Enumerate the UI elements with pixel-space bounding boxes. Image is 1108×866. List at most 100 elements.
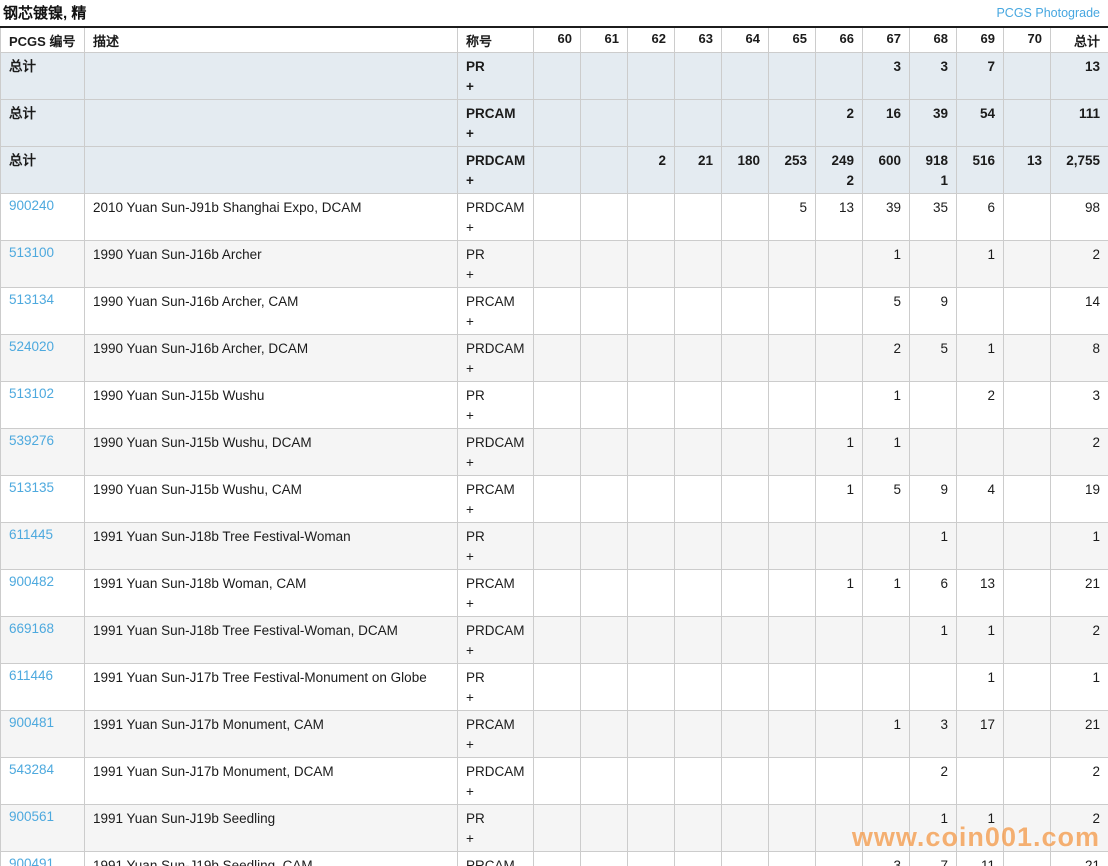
cert-link[interactable]: 513134 [9, 292, 54, 307]
grade-70-cell [1004, 382, 1051, 429]
total-cell-line: 2 [1059, 762, 1100, 782]
table-row: 6691681991 Yuan Sun-J18b Tree Festival-W… [1, 617, 1108, 664]
cert-number-cell: 900491 [1, 852, 85, 866]
cert-link[interactable]: 900481 [9, 715, 54, 730]
cert-link[interactable]: 900482 [9, 574, 54, 589]
grade-62-cell [628, 570, 675, 617]
grade-62-cell [628, 53, 675, 100]
designation-cell-line: PRCAM [466, 480, 525, 500]
designation-cell: PR+ [458, 664, 534, 711]
grade-65-cell-line: 5 [777, 198, 807, 218]
grade-68-cell-line: 1 [918, 809, 948, 829]
description-cell-line: 1991 Yuan Sun-J19b Seedling, CAM [93, 856, 449, 866]
grade-64-cell: 180 [722, 147, 769, 194]
grade-66-cell: 1 [816, 476, 863, 523]
table-row: 5432841991 Yuan Sun-J17b Monument, DCAMP… [1, 758, 1108, 805]
cert-link[interactable]: 543284 [9, 762, 54, 777]
cert-link[interactable]: 611446 [9, 668, 53, 683]
grade-69-cell-line: 2 [965, 386, 995, 406]
grade-64-cell [722, 100, 769, 147]
grade-63-cell [675, 711, 722, 758]
grade-70-cell [1004, 805, 1051, 852]
top-bar: 钢芯镀镍, 精 PCGS Photograde [0, 0, 1108, 26]
grade-68-cell-line: 5 [918, 339, 948, 359]
grade-60-cell [534, 382, 581, 429]
description-cell: 1990 Yuan Sun-J16b Archer [85, 241, 458, 288]
total-cell: 1 [1051, 664, 1108, 711]
designation-cell: PRCAM+ [458, 288, 534, 335]
pcgs-photograde-link[interactable]: PCGS Photograde [996, 6, 1100, 20]
total-cell-line: 14 [1059, 292, 1100, 312]
grade-69-cell-line: 11 [965, 856, 995, 866]
table-row: 9005611991 Yuan Sun-J19b SeedlingPR+112 [1, 805, 1108, 852]
grade-69-cell: 6 [957, 194, 1004, 241]
description-cell-line: 1991 Yuan Sun-J18b Woman, CAM [93, 574, 449, 594]
cert-link[interactable]: 900561 [9, 809, 54, 824]
cert-link[interactable]: 513102 [9, 386, 54, 401]
cert-link[interactable]: 513135 [9, 480, 54, 495]
grade-67-cell-line: 1 [871, 433, 901, 453]
grade-68-cell-line: 9 [918, 292, 948, 312]
grade-63-cell [675, 664, 722, 711]
grade-65-cell [769, 805, 816, 852]
total-label-cell-line: 总计 [9, 151, 76, 171]
table-row: 5131351990 Yuan Sun-J15b Wushu, CAMPRCAM… [1, 476, 1108, 523]
description-cell: 1991 Yuan Sun-J17b Monument, CAM [85, 711, 458, 758]
grade-68-cell-line: 7 [918, 856, 948, 866]
grade-61-cell [581, 100, 628, 147]
designation-cell-line: + [466, 829, 525, 849]
col-header-62: 62 [628, 27, 675, 53]
grade-66-cell-line: 1 [824, 574, 854, 594]
grade-65-cell: 5 [769, 194, 816, 241]
grade-70-cell [1004, 570, 1051, 617]
grade-69-cell-line: 1 [965, 339, 995, 359]
cert-link[interactable]: 900491 [9, 856, 54, 866]
total-cell-line: 1 [1059, 527, 1100, 547]
cert-link[interactable]: 539276 [9, 433, 54, 448]
grade-66-cell-line: 249 [824, 151, 854, 171]
grade-61-cell [581, 476, 628, 523]
grade-61-cell [581, 241, 628, 288]
grade-67-cell: 1 [863, 570, 910, 617]
grade-65-cell [769, 617, 816, 664]
grade-69-cell: 1 [957, 664, 1004, 711]
designation-cell-line: + [466, 547, 525, 567]
grade-62-cell [628, 852, 675, 866]
grade-60-cell [534, 194, 581, 241]
grade-69-cell [957, 523, 1004, 570]
grade-68-cell-line: 9 [918, 480, 948, 500]
grade-66-cell [816, 288, 863, 335]
cert-link[interactable]: 900240 [9, 198, 54, 213]
grade-70-cell: 13 [1004, 147, 1051, 194]
col-header-designation: 称号 [458, 27, 534, 53]
grade-67-cell-line: 1 [871, 715, 901, 735]
grade-63-cell [675, 382, 722, 429]
grade-63-cell [675, 476, 722, 523]
grade-60-cell [534, 664, 581, 711]
designation-cell-line: PRCAM [466, 856, 525, 866]
description-cell-line: 1991 Yuan Sun-J17b Monument, DCAM [93, 762, 449, 782]
grade-65-cell [769, 758, 816, 805]
cert-link[interactable]: 611445 [9, 527, 53, 542]
grade-64-cell [722, 335, 769, 382]
description-cell-line: 1990 Yuan Sun-J16b Archer, CAM [93, 292, 449, 312]
cert-link[interactable]: 524020 [9, 339, 54, 354]
table-row: 9002402010 Yuan Sun-J91b Shanghai Expo, … [1, 194, 1108, 241]
table-row: 5240201990 Yuan Sun-J16b Archer, DCAMPRD… [1, 335, 1108, 382]
grade-68-cell-line: 3 [918, 715, 948, 735]
grade-60-cell [534, 100, 581, 147]
grade-60-cell [534, 476, 581, 523]
grade-66-cell: 1 [816, 570, 863, 617]
total-cell: 14 [1051, 288, 1108, 335]
grade-69-cell-line: 516 [965, 151, 995, 171]
total-label-cell: 总计 [1, 147, 85, 194]
grade-69-cell-line: 1 [965, 668, 995, 688]
cert-link[interactable]: 669168 [9, 621, 54, 636]
cert-link[interactable]: 513100 [9, 245, 54, 260]
cert-number-cell: 900561 [1, 805, 85, 852]
grade-70-cell [1004, 664, 1051, 711]
description-cell-line: 1991 Yuan Sun-J17b Monument, CAM [93, 715, 449, 735]
designation-cell-line: PR [466, 668, 525, 688]
description-cell: 1990 Yuan Sun-J16b Archer, DCAM [85, 335, 458, 382]
grade-61-cell [581, 194, 628, 241]
